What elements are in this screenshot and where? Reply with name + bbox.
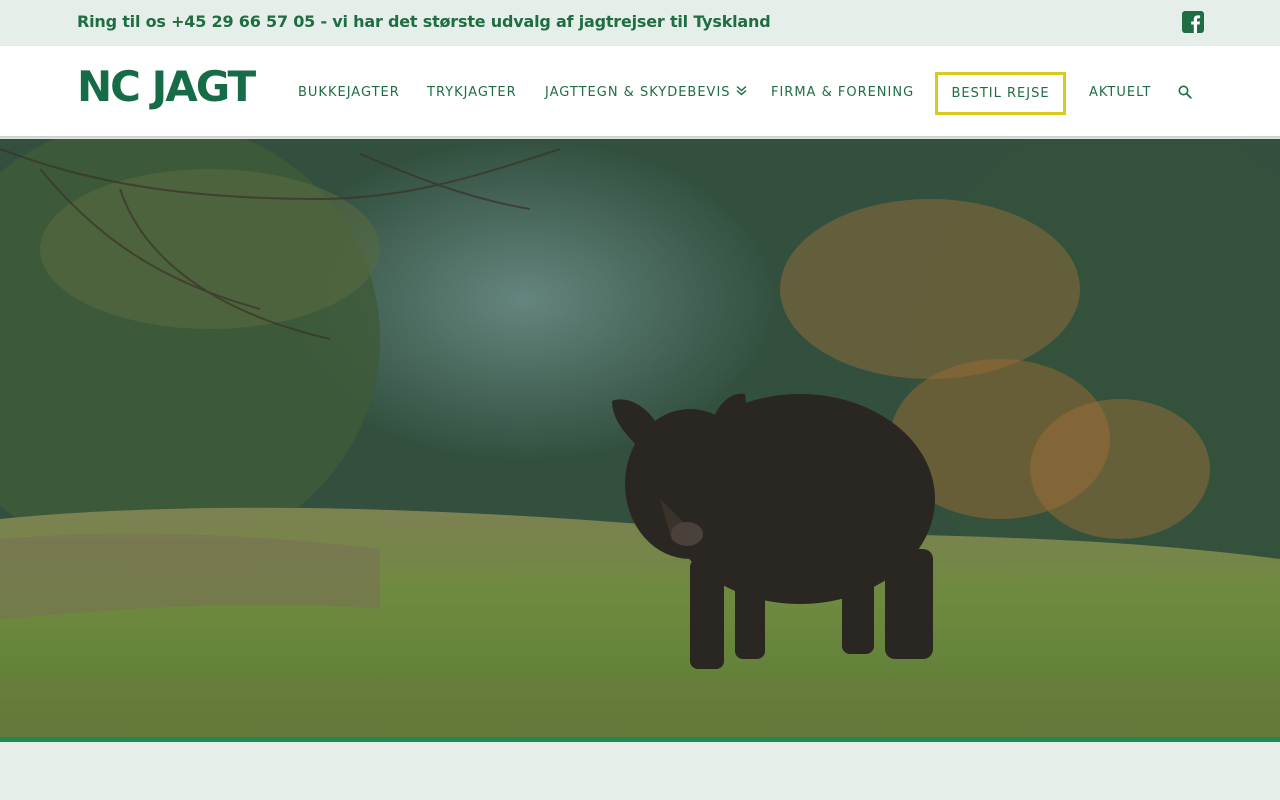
nav-item-aktuelt[interactable]: AKTUELT bbox=[1089, 85, 1151, 100]
bestil-rejse-button[interactable]: BESTIL REJSE bbox=[935, 72, 1066, 115]
content-area-background bbox=[0, 742, 1280, 800]
nav-item-bukkejagter[interactable]: BUKKEJAGTER bbox=[298, 85, 400, 100]
site-logo[interactable]: NC JAGT bbox=[77, 65, 256, 109]
hero-wild-boar-forest-illustration bbox=[0, 139, 1280, 737]
site-header: NC JAGT BUKKEJAGTER TRYKJAGTER JAGTTEGN … bbox=[0, 46, 1280, 136]
top-bar: Ring til os +45 29 66 57 05 - vi har det… bbox=[0, 0, 1280, 46]
search-icon[interactable] bbox=[1178, 85, 1192, 99]
nav-item-firma-forening[interactable]: FIRMA & FORENING bbox=[771, 85, 914, 100]
contact-phone-text: Ring til os +45 29 66 57 05 - vi har det… bbox=[77, 12, 771, 31]
hero-image bbox=[0, 139, 1280, 737]
facebook-square-icon[interactable] bbox=[1182, 11, 1204, 33]
nav-item-trykjagter[interactable]: TRYKJAGTER bbox=[427, 85, 517, 100]
chevron-double-down-icon bbox=[736, 85, 747, 96]
nav-item-label: JAGTTEGN & SKYDEBEVIS bbox=[545, 85, 731, 100]
nav-item-jagttegn-skydebevis[interactable]: JAGTTEGN & SKYDEBEVIS bbox=[545, 85, 747, 100]
